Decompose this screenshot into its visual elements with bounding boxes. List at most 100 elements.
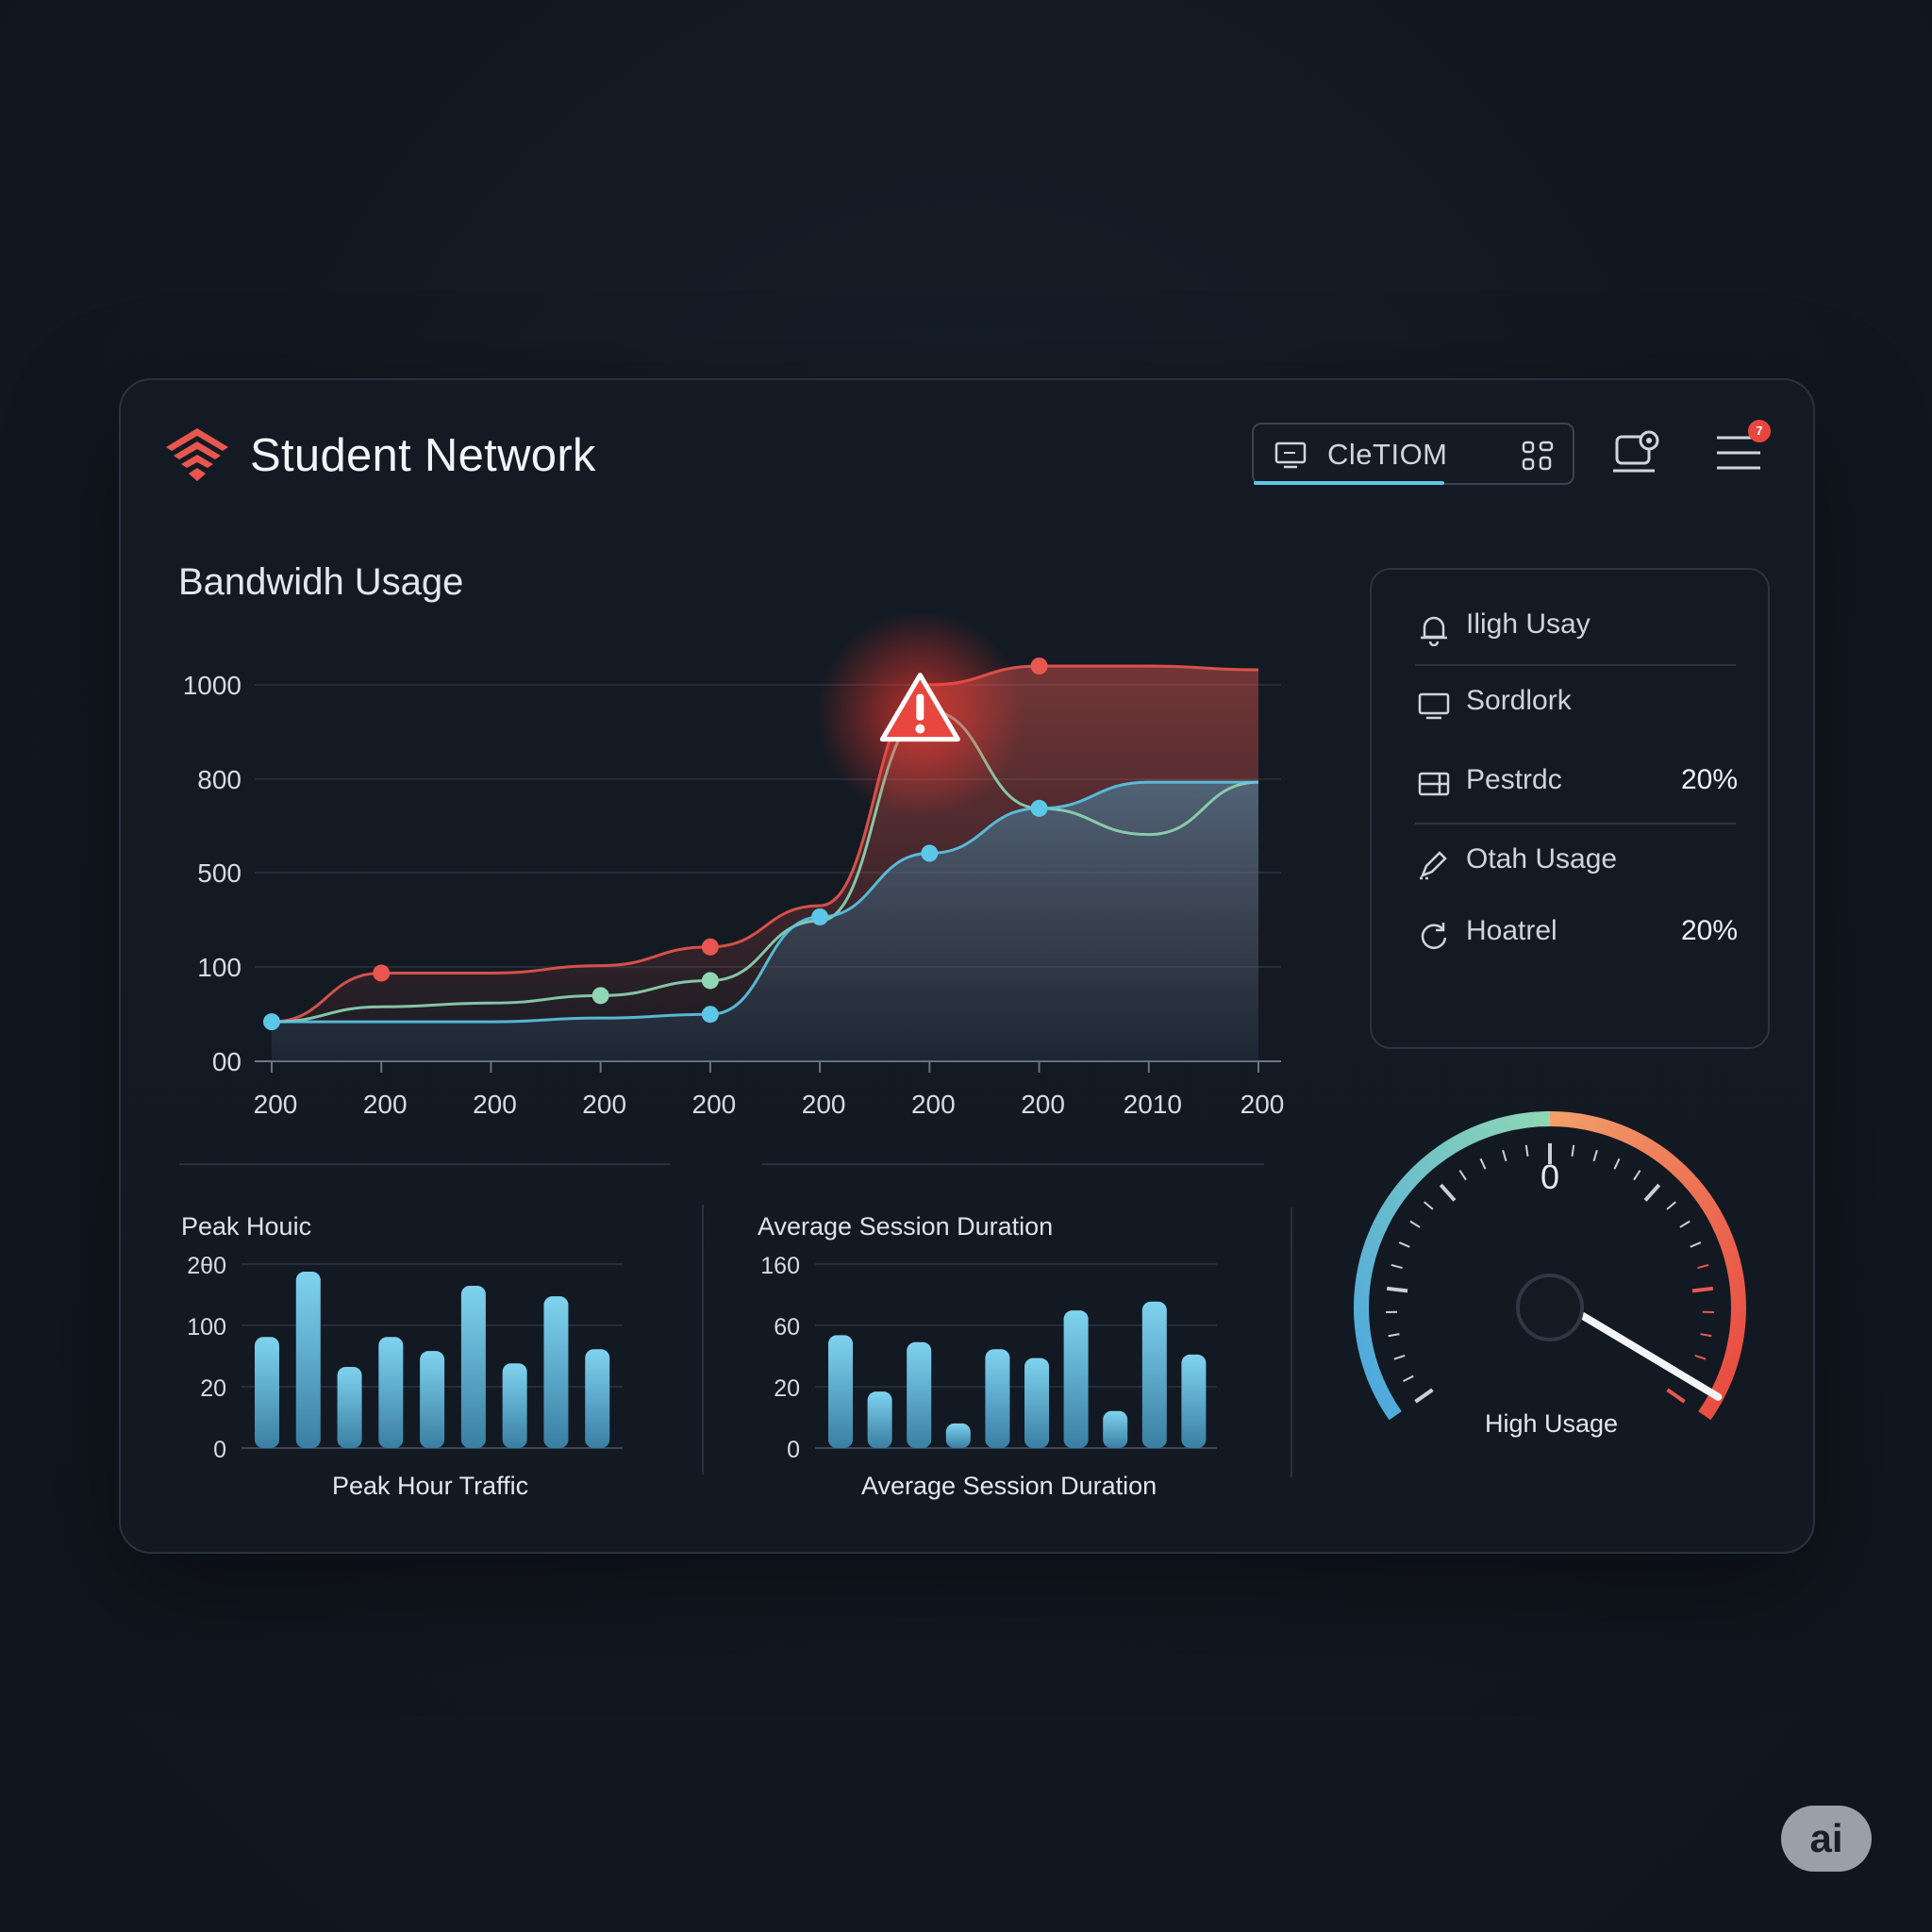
gauge-needle <box>1565 1304 1723 1401</box>
side-item-label: Iligh Usay <box>1466 608 1591 640</box>
data-point <box>921 844 939 862</box>
bar <box>295 1272 321 1448</box>
notification-badge: 7 <box>1748 420 1771 442</box>
x-tick-label: 200 <box>1021 1090 1065 1119</box>
bell-icon <box>1421 616 1447 646</box>
gauge-tick <box>1409 1220 1421 1228</box>
y-tick-label: 20 <box>200 1375 226 1402</box>
gauge-tick <box>1479 1158 1487 1170</box>
bar <box>1181 1354 1207 1448</box>
gauge-tick <box>1524 1144 1529 1157</box>
x-tick-label: 200 <box>582 1090 626 1119</box>
y-tick-label: 2θ0 <box>187 1253 226 1279</box>
data-point <box>701 972 719 990</box>
gauge-tick <box>1398 1241 1410 1248</box>
side-item-other-usage[interactable]: Otah Usage <box>1417 840 1738 887</box>
side-item-label: Pestrdc <box>1466 764 1562 795</box>
gauge-tick <box>1502 1150 1507 1162</box>
y-tick-label: 20 <box>774 1375 800 1402</box>
bar <box>543 1296 569 1448</box>
gauge-tick <box>1643 1183 1661 1202</box>
gauge-tick <box>1439 1183 1457 1202</box>
divider <box>762 1163 1264 1165</box>
x-tick-label: 200 <box>692 1090 737 1119</box>
data-point <box>701 1006 719 1024</box>
gauge-tick <box>1633 1170 1641 1181</box>
side-item-label: Hoatrel <box>1466 915 1557 946</box>
data-point <box>1030 658 1048 675</box>
data-point <box>1030 799 1048 817</box>
grid-icon[interactable] <box>1522 441 1554 471</box>
usage-list-card: Iligh Usay Sordlork Pestrdc 20% Otah Usa… <box>1370 568 1770 1049</box>
gauge-tick <box>1679 1220 1690 1228</box>
bar <box>867 1391 892 1448</box>
side-item-network[interactable]: Sordlork <box>1417 681 1738 728</box>
y-tick-label: 100 <box>197 953 242 982</box>
y-tick-label: 00 <box>212 1047 242 1076</box>
search-underline <box>1254 481 1444 485</box>
side-item-label: Otah Usage <box>1466 843 1618 874</box>
gauge-tick <box>1613 1158 1621 1170</box>
bar <box>945 1423 971 1448</box>
gauge-tick <box>1694 1355 1707 1360</box>
device-settings-icon[interactable] <box>1613 429 1660 478</box>
y-tick-label: 0 <box>787 1437 800 1462</box>
x-tick-label: 200 <box>911 1090 956 1119</box>
alert-exclamation-dot <box>915 724 925 734</box>
search-field[interactable]: CleTIOM <box>1252 423 1574 485</box>
gauge-arc-left <box>1354 1111 1551 1421</box>
gauge-tick <box>1697 1263 1709 1270</box>
side-item-high-usage[interactable]: Iligh Usay <box>1417 605 1738 652</box>
peak-hour-title: Peak Houic <box>181 1212 312 1241</box>
x-tick-label: 200 <box>473 1090 517 1119</box>
monitor-icon <box>1418 692 1450 720</box>
y-tick-label: 160 <box>760 1253 800 1279</box>
x-tick-label: 200 <box>363 1090 408 1119</box>
x-tick-label: 200 <box>1241 1090 1285 1119</box>
divider <box>1291 1208 1292 1477</box>
app-title: Student Network <box>250 430 596 481</box>
edit-icon <box>1420 851 1447 880</box>
bar <box>378 1337 404 1448</box>
bar <box>828 1335 853 1448</box>
gauge-tick <box>1458 1170 1467 1181</box>
data-point <box>263 1013 280 1031</box>
y-tick-label: 800 <box>197 765 242 794</box>
monitor-icon <box>1274 441 1307 469</box>
alert-exclamation <box>916 693 924 721</box>
x-tick-label: 200 <box>254 1090 298 1119</box>
bar <box>585 1349 610 1448</box>
y-tick-label: 500 <box>197 858 242 888</box>
gauge-arc-right <box>1549 1111 1746 1421</box>
gauge-tick <box>1391 1263 1403 1270</box>
watermark-badge: ai <box>1781 1806 1872 1872</box>
x-tick-label: 2010 <box>1124 1090 1182 1119</box>
bandwidth-title: Bandwidh Usage <box>178 561 464 603</box>
gauge-tick <box>1571 1144 1575 1157</box>
side-item-hostel[interactable]: Hoatrel 20% <box>1417 911 1738 958</box>
data-point <box>591 987 609 1005</box>
data-point <box>701 938 719 956</box>
gauge-tick <box>1592 1150 1598 1162</box>
gauge-tick <box>1388 1333 1400 1338</box>
side-item-value: 20% <box>1680 764 1738 795</box>
bar <box>907 1341 932 1448</box>
divider <box>1415 664 1736 666</box>
refresh-icon <box>1421 923 1447 949</box>
bar <box>502 1363 527 1448</box>
session-caption: Average Session Duration <box>861 1472 1158 1500</box>
gauge-label: High Usage <box>1485 1409 1619 1438</box>
gauge-tick <box>1666 1388 1686 1404</box>
side-item-pestrdc[interactable]: Pestrdc 20% <box>1417 760 1738 808</box>
bar <box>1024 1357 1049 1448</box>
bar <box>420 1351 445 1448</box>
side-item-value: 20% <box>1680 915 1738 946</box>
data-point <box>811 908 829 925</box>
gauge-tick <box>1691 1286 1714 1293</box>
bar <box>1141 1301 1167 1448</box>
gauge-tick <box>1386 1286 1408 1293</box>
gauge-tick <box>1666 1201 1676 1210</box>
divider <box>1415 823 1736 824</box>
gauge-tick <box>1700 1333 1712 1338</box>
bar <box>1103 1410 1128 1448</box>
